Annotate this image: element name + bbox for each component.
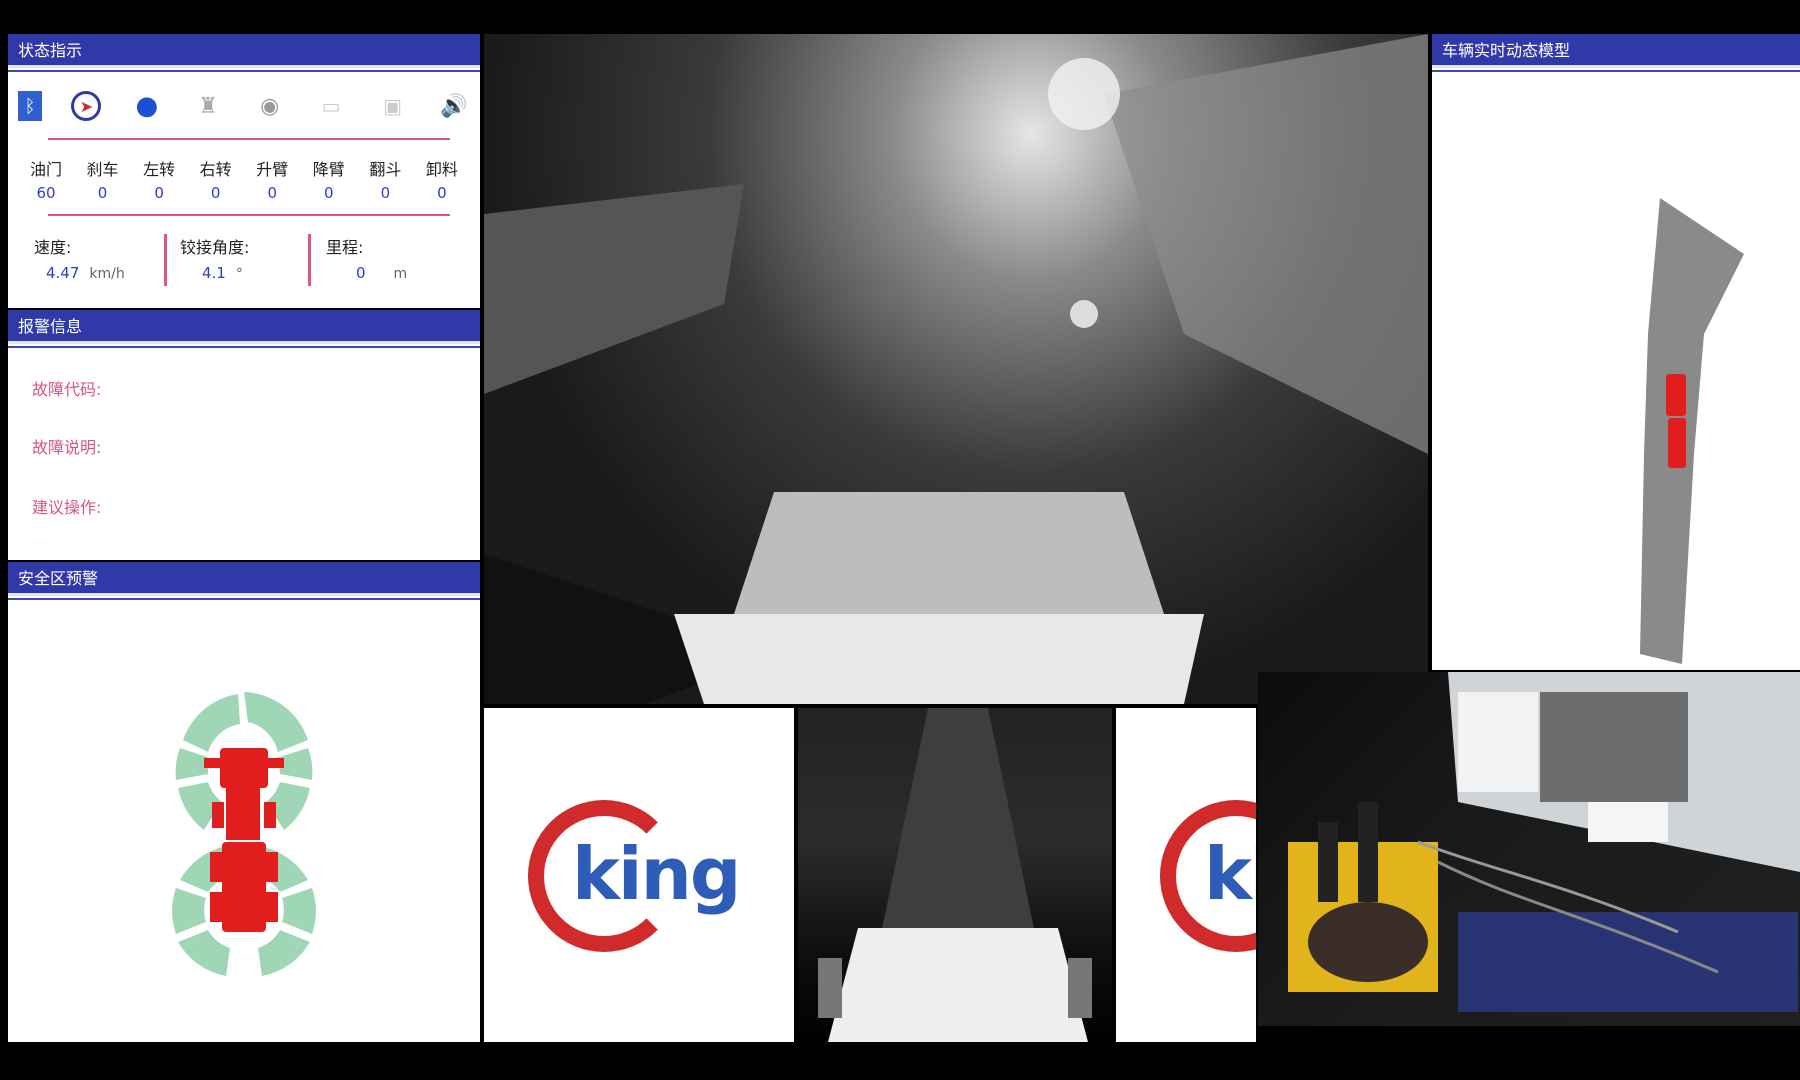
status-divider-bottom: [48, 214, 450, 216]
angle-label: 铰接角度:: [180, 238, 250, 257]
radio-icon: ▣: [383, 94, 402, 118]
distance-unit: m: [393, 266, 408, 282]
metric-divider: [164, 234, 167, 286]
control-label: 卸料: [425, 160, 458, 179]
control-value: 0: [324, 184, 334, 202]
rear-camera-feed: [798, 708, 1112, 1042]
main-camera-feed: [484, 34, 1428, 704]
operator-pip-video: [1258, 672, 1800, 1026]
status-divider-top: [48, 138, 450, 140]
logo-text: king: [1204, 832, 1256, 916]
control-label: 升臂: [256, 160, 289, 179]
control-label: 翻斗: [369, 160, 402, 179]
control-value: 0: [267, 184, 278, 202]
distance-value: 0: [356, 264, 366, 282]
operator-scene: [1288, 672, 1800, 1012]
suggest-label: 建议操作:: [32, 498, 102, 517]
compass-icon: ➤: [71, 91, 102, 121]
metric-divider: [308, 234, 311, 286]
control-label: 降臂: [312, 160, 345, 179]
bluetooth-icon: ᛒ: [18, 91, 42, 121]
tunnel-scene: [484, 34, 1428, 704]
alarm-panel-title: 报警信息: [8, 310, 480, 348]
vehicle-top-view: [204, 748, 284, 932]
control-label: 油门: [29, 160, 62, 179]
status-icons: ᛒ ➤ ● ♜ ◉ ▭ ▣ 🔊: [18, 90, 470, 122]
light-icon: ●: [135, 91, 159, 121]
control-label: 左转: [143, 160, 176, 179]
control-labels: 油门 刹车 左转 右转 升臂 降臂 翻斗 卸料: [18, 156, 470, 180]
control-value: 0: [437, 184, 447, 202]
distance-label: 里程:: [326, 238, 364, 257]
model-panel: 车辆实时动态模型: [1432, 34, 1800, 670]
status-panel: 状态指示 ᛒ ➤ ● ♜ ◉ ▭ ▣ 🔊 油门 刹车 左转 右转 升臂 降臂 翻…: [8, 34, 480, 308]
logo-text: king: [572, 832, 741, 916]
speed-metric: 速度: 4.47 km/h: [34, 234, 125, 290]
rear-tunnel-scene: [818, 708, 1092, 1042]
tunnel-model: [1640, 198, 1744, 664]
control-label: 刹车: [86, 160, 119, 179]
control-value: 60: [36, 184, 56, 202]
control-value: 0: [210, 184, 221, 202]
king-logo-left: king: [484, 708, 794, 1042]
speaker-icon: 🔊: [440, 93, 468, 119]
vibration-icon: ▭: [321, 94, 341, 118]
safety-zone-diagram: [172, 692, 316, 976]
speed-label: 速度:: [34, 238, 72, 257]
speed-value: 4.47: [46, 264, 80, 282]
fault-desc-label: 故障说明:: [32, 438, 102, 457]
control-values: 60 0 0 0 0 0 0 0: [18, 184, 470, 202]
fault-code-label: 故障代码:: [32, 380, 102, 399]
horn-icon: ♜: [198, 93, 219, 119]
control-value: 0: [154, 184, 164, 202]
speed-unit: km/h: [89, 266, 125, 282]
status-panel-title: 状态指示: [8, 34, 480, 72]
safety-panel: 安全区预警: [8, 562, 480, 1042]
control-label: 右转: [199, 160, 232, 179]
distance-metric: 里程: 0 m: [326, 234, 407, 290]
angle-value: 4.1: [202, 264, 226, 282]
angle-unit: °: [235, 266, 243, 282]
king-logo-right: king: [1116, 708, 1256, 1042]
vehicle-model-icon: [1666, 374, 1686, 468]
alarm-panel: 报警信息 故障代码: 故障说明: 建议操作:: [8, 310, 480, 560]
control-value: 0: [97, 184, 108, 202]
control-value: 0: [380, 184, 391, 202]
metrics-row: 速度: 4.47 km/h 铰接角度: 4.1 ° 里程: 0 m: [8, 234, 480, 290]
camera-icon: ◉: [260, 93, 280, 119]
angle-metric: 铰接角度: 4.1 °: [180, 234, 249, 290]
